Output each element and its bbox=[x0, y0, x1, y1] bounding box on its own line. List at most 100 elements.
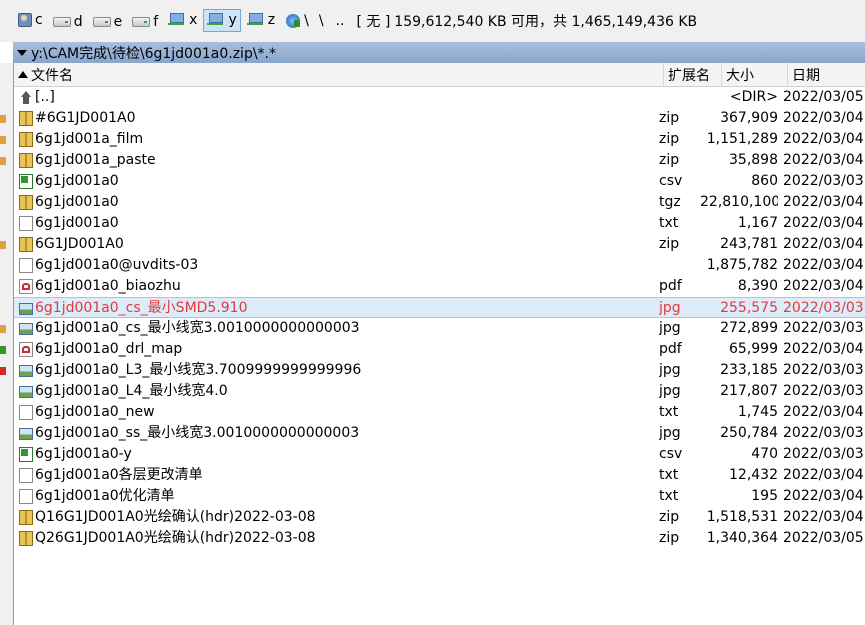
file-name: [..] bbox=[35, 89, 55, 105]
file-icon-cell bbox=[19, 213, 35, 234]
zip-file-icon bbox=[19, 531, 33, 546]
file-row[interactable]: Q16G1JD001A0光绘确认(hdr)2022-03-08 zip 1,518,… bbox=[14, 507, 865, 528]
file-name: 6g1jd001a0_cs_最小SMD5.910 bbox=[35, 300, 248, 316]
column-name-header[interactable]: 文件名 bbox=[14, 63, 663, 86]
file-row[interactable]: 6g1jd001a0_L3_最小线宽3.7009999999999996 jpg 2… bbox=[14, 360, 865, 381]
updir-button[interactable]: .. bbox=[336, 13, 345, 29]
backslash-button[interactable]: \ bbox=[319, 13, 324, 29]
zip-file-icon bbox=[19, 111, 33, 126]
file-name: 6g1jd001a0_drl_map bbox=[35, 341, 183, 357]
file-date: 2022/03/04 bbox=[783, 131, 864, 147]
left-edge-panel bbox=[0, 63, 13, 625]
pdf-file-icon bbox=[19, 279, 33, 294]
path-bar[interactable]: y:\CAM完成\待检\6g1jd001a0.zip\*.* bbox=[13, 42, 865, 63]
file-size: 1,745 bbox=[737, 404, 778, 420]
zip-file-icon bbox=[19, 195, 33, 210]
zip-file-icon bbox=[19, 132, 33, 147]
file-date: 2022/03/05 bbox=[783, 89, 864, 105]
file-date: 2022/03/04 bbox=[783, 215, 864, 231]
txt-file-icon bbox=[19, 216, 33, 231]
file-date: 2022/03/03 bbox=[783, 320, 864, 336]
file-date: 2022/03/04 bbox=[783, 509, 864, 525]
file-row[interactable]: 6g1jd001a0_new txt 1,745 2022/03/04 bbox=[14, 402, 865, 423]
file-name: 6G1JD001A0 bbox=[35, 236, 124, 252]
drive-button-f[interactable]: f bbox=[128, 11, 162, 34]
file-date: 2022/03/04 bbox=[783, 110, 864, 126]
edge-marker bbox=[0, 157, 6, 165]
column-size-header[interactable]: 大小 bbox=[721, 63, 787, 86]
file-name: 6g1jd001a0 bbox=[35, 173, 119, 189]
file-size: 1,167 bbox=[737, 215, 778, 231]
file-icon-cell bbox=[19, 381, 35, 402]
file-row[interactable]: 6G1JD001A0 zip 243,781 2022/03/04 bbox=[14, 234, 865, 255]
file-row[interactable]: 6g1jd001a_paste zip 35,898 2022/03/04 bbox=[14, 150, 865, 171]
file-row[interactable]: 6g1jd001a0_biaozhu pdf 8,390 2022/03/04 bbox=[14, 276, 865, 297]
file-name: 6g1jd001a0_ss_最小线宽3.0010000000000003 bbox=[35, 425, 360, 441]
edge-marker bbox=[0, 241, 6, 249]
file-row[interactable]: 6g1jd001a0_cs_最小线宽3.0010000000000003 jpg 2… bbox=[14, 318, 865, 339]
globe-icon bbox=[285, 13, 301, 29]
drive-button-c[interactable]: c bbox=[13, 8, 47, 31]
drive-button-x[interactable]: x bbox=[164, 9, 201, 32]
drive-button-z[interactable]: z bbox=[243, 9, 279, 32]
file-row[interactable]: 6g1jd001a0_drl_map pdf 65,999 2022/03/04 bbox=[14, 339, 865, 360]
file-row[interactable]: 6g1jd001a0 tgz 22,810,100 2022/03/04 bbox=[14, 192, 865, 213]
file-row[interactable]: [..] <DIR> 2022/03/05 bbox=[14, 87, 865, 108]
jpg-file-icon bbox=[19, 303, 33, 315]
drive-letter: d bbox=[73, 14, 83, 31]
zip-file-icon bbox=[19, 153, 33, 168]
file-row[interactable]: 6g1jd001a0优化清单 txt 195 2022/03/04 bbox=[14, 486, 865, 507]
drive-letter: f bbox=[153, 14, 159, 31]
file-row[interactable]: Q26G1JD001A0光绘确认(hdr)2022-03-08 zip 1,340,… bbox=[14, 528, 865, 549]
file-row[interactable]: 6g1jd001a_film zip 1,151,289 2022/03/04 bbox=[14, 129, 865, 150]
drive-button-d[interactable]: d bbox=[49, 11, 87, 34]
file-row[interactable]: 6g1jd001a0_cs_最小SMD5.910 jpg 255,575 2022/0… bbox=[14, 297, 865, 318]
history-dropdown-icon[interactable] bbox=[17, 49, 27, 56]
file-row[interactable]: 6g1jd001a0-y csv 470 2022/03/03 bbox=[14, 444, 865, 465]
column-date-header[interactable]: 日期 bbox=[787, 63, 865, 86]
file-row[interactable]: 6g1jd001a0_L4_最小线宽4.0 jpg 217,807 2022/03/0… bbox=[14, 381, 865, 402]
parent-dir-icon bbox=[19, 90, 33, 105]
edge-marker bbox=[0, 367, 6, 375]
hard-drive-icon bbox=[52, 17, 71, 28]
drive-button-y[interactable]: y bbox=[203, 8, 241, 32]
file-name: Q16G1JD001A0光绘确认(hdr)2022-03-08 bbox=[35, 509, 316, 525]
txt-file-icon bbox=[19, 489, 33, 504]
file-date: 2022/03/04 bbox=[783, 404, 864, 420]
file-row[interactable]: 6g1jd001a0 csv 860 2022/03/03 bbox=[14, 171, 865, 192]
file-row[interactable]: 6g1jd001a0@uvdits-03 1,875,782 2022/03/04 bbox=[14, 255, 865, 276]
file-icon-cell bbox=[19, 486, 35, 507]
edge-marker bbox=[0, 346, 6, 354]
file-size: 250,784 bbox=[720, 425, 778, 441]
drive-letter: z bbox=[267, 12, 276, 29]
file-row[interactable]: #6G1JD001A0 zip 367,909 2022/03/04 bbox=[14, 108, 865, 129]
file-icon-cell bbox=[19, 192, 35, 213]
volume-label: [ 无 ] bbox=[356, 14, 391, 30]
file-name: 6g1jd001a0-y bbox=[35, 446, 132, 462]
column-ext-header[interactable]: 扩展名 bbox=[663, 63, 721, 86]
file-size: 195 bbox=[751, 488, 778, 504]
drive-button-e[interactable]: e bbox=[89, 11, 127, 34]
file-size: 217,807 bbox=[720, 383, 778, 399]
drive-letter: c bbox=[35, 11, 43, 28]
sort-ascending-icon bbox=[18, 71, 28, 78]
file-date: 2022/03/03 bbox=[783, 383, 864, 399]
file-name: #6G1JD001A0 bbox=[35, 110, 136, 126]
file-date: 2022/03/03 bbox=[783, 446, 864, 462]
txt-file-icon bbox=[19, 405, 33, 420]
file-row[interactable]: 6g1jd001a0各层更改清单 txt 12,432 2022/03/04 bbox=[14, 465, 865, 486]
file-icon-cell bbox=[19, 255, 35, 276]
file-icon-cell bbox=[19, 507, 35, 528]
edge-marker bbox=[0, 136, 6, 144]
network-drive-icon bbox=[168, 13, 186, 27]
file-date: 2022/03/04 bbox=[783, 236, 864, 252]
zip-file-icon bbox=[19, 237, 33, 252]
root-dir-button[interactable]: \ bbox=[281, 10, 313, 33]
file-rows: [..] <DIR> 2022/03/05 #6G1JD001A0 zip 367,909… bbox=[14, 87, 865, 549]
file-row[interactable]: 6g1jd001a0_ss_最小线宽3.0010000000000003 jpg 2… bbox=[14, 423, 865, 444]
file-date: 2022/03/05 bbox=[783, 530, 864, 546]
file-icon-cell bbox=[19, 108, 35, 129]
file-row[interactable]: 6g1jd001a0 txt 1,167 2022/03/04 bbox=[14, 213, 865, 234]
hard-drive-icon bbox=[132, 17, 151, 28]
file-size: 8,390 bbox=[737, 278, 778, 294]
